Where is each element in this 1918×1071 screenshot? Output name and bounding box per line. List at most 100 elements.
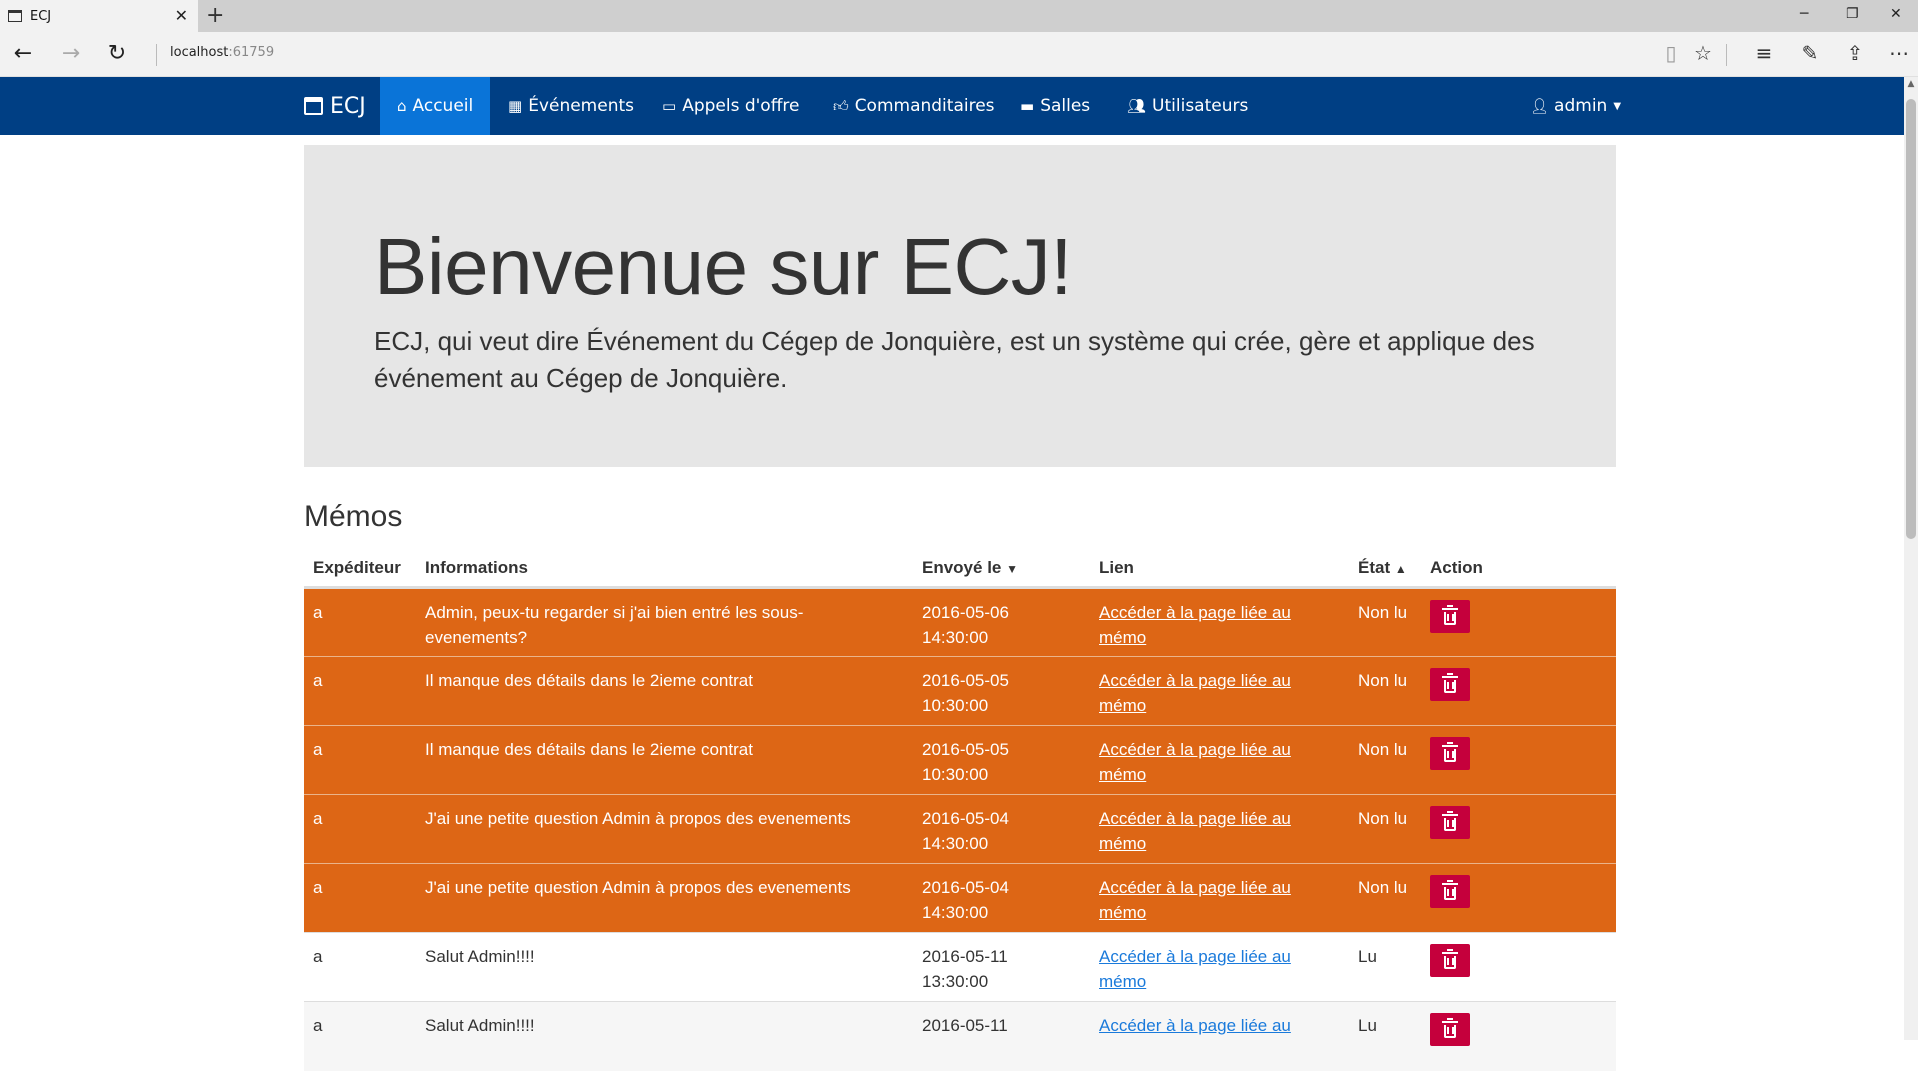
welcome-title: Bienvenue sur ECJ! bbox=[374, 222, 1073, 311]
nav-utilisateurs[interactable]: 👥︎ Utilisateurs bbox=[1110, 77, 1265, 135]
memo-sent-date: 2016-05-11 13:30:00 bbox=[913, 932, 1090, 1002]
calendar-icon: ▦ bbox=[508, 97, 523, 115]
trash-icon bbox=[1442, 742, 1458, 762]
memo-action-cell bbox=[1421, 656, 1616, 726]
minimize-icon[interactable]: ─ bbox=[1800, 6, 1808, 22]
brand-link[interactable]: ECJ bbox=[304, 77, 366, 135]
memo-link-cell: Accéder à la page liée au mémo bbox=[1090, 863, 1349, 933]
header-link[interactable]: Lien bbox=[1090, 550, 1349, 589]
memo-link[interactable]: Accéder à la page liée au mémo bbox=[1099, 947, 1291, 991]
caret-down-icon: ▼ bbox=[1613, 100, 1622, 112]
close-window-icon[interactable]: ✕ bbox=[1890, 6, 1902, 22]
sort-desc-icon: ▼ bbox=[1006, 562, 1018, 576]
header-sent-label: Envoyé le bbox=[922, 558, 1002, 577]
header-sender[interactable]: Expéditeur bbox=[304, 550, 416, 589]
scroll-thumb[interactable] bbox=[1906, 99, 1916, 539]
memo-sender: a bbox=[304, 932, 416, 1002]
url-field[interactable]: localhost:61759 bbox=[170, 45, 274, 60]
delete-button[interactable] bbox=[1430, 944, 1470, 977]
refresh-icon[interactable]: ↻ bbox=[102, 41, 132, 66]
memo-info: Admin, peux-tu regarder si j'ai bien ent… bbox=[416, 587, 913, 657]
header-info[interactable]: Informations bbox=[416, 550, 913, 589]
scroll-up-icon[interactable]: ▲ bbox=[1904, 77, 1918, 91]
nav-label: Accueil bbox=[412, 96, 474, 116]
memo-date: 2016-05-11 bbox=[922, 1016, 1008, 1035]
memo-action-cell bbox=[1421, 863, 1616, 933]
memo-sent-date: 2016-05-06 14:30:00 bbox=[913, 587, 1090, 657]
tab-close-icon[interactable]: ✕ bbox=[175, 6, 188, 25]
url-separator bbox=[156, 44, 157, 66]
bed-icon: ▬ bbox=[1020, 97, 1035, 115]
memo-date: 2016-05-06 bbox=[922, 603, 1009, 622]
address-bar: ← → ↻ localhost:61759 ▯ ☆ ≡ ✎ ⇪ ⋯ bbox=[0, 32, 1918, 77]
nav-salles[interactable]: ▬ Salles bbox=[1003, 77, 1107, 135]
memo-sender: a bbox=[304, 725, 416, 795]
hub-icon[interactable]: ≡ bbox=[1750, 41, 1778, 65]
user-menu[interactable]: 👤︎ admin ▼ bbox=[1530, 77, 1621, 135]
nav-commanditaires[interactable]: 👍︎ Commanditaires bbox=[816, 77, 1012, 135]
memo-sender: a bbox=[304, 656, 416, 726]
memo-link[interactable]: Accéder à la page liée au mémo bbox=[1099, 878, 1291, 922]
restore-icon[interactable]: ❐ bbox=[1846, 6, 1859, 22]
nav-label: Événements bbox=[528, 96, 634, 116]
memo-link[interactable]: Accéder à la page liée au mémo bbox=[1099, 809, 1291, 853]
header-state-label: État bbox=[1358, 558, 1391, 577]
delete-button[interactable] bbox=[1430, 737, 1470, 770]
memo-date: 2016-05-04 bbox=[922, 809, 1009, 828]
delete-button[interactable] bbox=[1430, 1013, 1470, 1046]
memo-link[interactable]: Accéder à la page liée au mémo bbox=[1099, 671, 1291, 715]
memo-date: 2016-05-05 bbox=[922, 671, 1009, 690]
header-state[interactable]: État ▲ bbox=[1349, 550, 1421, 589]
memo-time: 10:30:00 bbox=[922, 765, 989, 784]
memo-state: Lu bbox=[1349, 932, 1421, 1002]
memo-date: 2016-05-05 bbox=[922, 740, 1009, 759]
memo-sent-date: 2016-05-04 14:30:00 bbox=[913, 863, 1090, 933]
memo-time: 14:30:00 bbox=[922, 834, 989, 853]
delete-button[interactable] bbox=[1430, 806, 1470, 839]
nav-appels-offre[interactable]: ▭ Appels d'offre bbox=[645, 77, 817, 135]
table-row: a Il manque des détails dans le 2ieme con… bbox=[304, 656, 1616, 726]
favorite-star-icon[interactable]: ☆ bbox=[1689, 41, 1717, 65]
memo-state: Non lu bbox=[1349, 725, 1421, 795]
memo-info: Il manque des détails dans le 2ieme cont… bbox=[416, 656, 913, 726]
memo-sender: a bbox=[304, 794, 416, 864]
browser-tab-strip: ECJ ✕ + ─ ❐ ✕ bbox=[0, 0, 1918, 32]
user-name: admin bbox=[1554, 96, 1608, 116]
new-tab-icon[interactable]: + bbox=[206, 3, 224, 28]
sort-asc-icon: ▲ bbox=[1394, 562, 1407, 576]
web-note-icon[interactable]: ✎ bbox=[1796, 41, 1824, 65]
share-icon[interactable]: ⇪ bbox=[1841, 41, 1869, 65]
memo-link-cell: Accéder à la page liée au mémo bbox=[1090, 932, 1349, 1002]
memo-state: Non lu bbox=[1349, 863, 1421, 933]
nav-evenements[interactable]: ▦ Événements bbox=[491, 77, 651, 135]
delete-button[interactable] bbox=[1430, 668, 1470, 701]
nav-accueil[interactable]: ⌂ Accueil bbox=[380, 77, 491, 135]
memo-state: Non lu bbox=[1349, 656, 1421, 726]
trash-icon bbox=[1442, 811, 1458, 831]
nav-label: Salles bbox=[1040, 96, 1091, 116]
table-row: a Il manque des détails dans le 2ieme con… bbox=[304, 725, 1616, 795]
forward-icon[interactable]: → bbox=[56, 41, 86, 66]
delete-button[interactable] bbox=[1430, 600, 1470, 633]
back-icon[interactable]: ← bbox=[8, 41, 38, 66]
memo-link-cell: Accéder à la page liée au mémo bbox=[1090, 656, 1349, 726]
welcome-jumbotron: Bienvenue sur ECJ! ECJ, qui veut dire Év… bbox=[304, 145, 1616, 467]
delete-button[interactable] bbox=[1430, 875, 1470, 908]
page-scrollbar[interactable]: ▲ bbox=[1904, 77, 1918, 1040]
memo-link-cell: Accéder à la page liée au mémo bbox=[1090, 587, 1349, 657]
memo-action-cell bbox=[1421, 932, 1616, 1002]
nav-label: Appels d'offre bbox=[682, 96, 800, 116]
memo-sent-date: 2016-05-05 10:30:00 bbox=[913, 656, 1090, 726]
calendar-icon bbox=[304, 97, 323, 115]
memo-link-cell: Accéder à la page liée au mémo bbox=[1090, 725, 1349, 795]
browser-tab[interactable]: ECJ ✕ bbox=[0, 0, 198, 32]
more-icon[interactable]: ⋯ bbox=[1885, 41, 1913, 65]
memo-link[interactable]: Accéder à la page liée au bbox=[1099, 1016, 1291, 1035]
memo-link[interactable]: Accéder à la page liée au mémo bbox=[1099, 603, 1291, 647]
header-sent[interactable]: Envoyé le ▼ bbox=[913, 550, 1090, 589]
reading-view-icon[interactable]: ▯ bbox=[1657, 41, 1685, 65]
memo-link[interactable]: Accéder à la page liée au mémo bbox=[1099, 740, 1291, 784]
memos-title: Mémos bbox=[304, 500, 403, 533]
memo-action-cell bbox=[1421, 794, 1616, 864]
memo-time: 14:30:00 bbox=[922, 903, 989, 922]
